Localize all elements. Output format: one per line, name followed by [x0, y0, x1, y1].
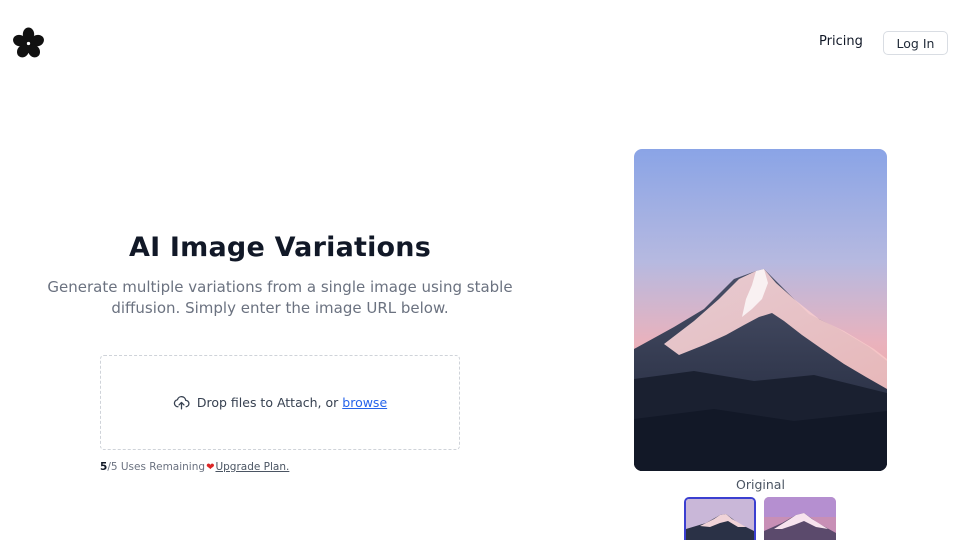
cloud-upload-icon	[173, 396, 190, 410]
mountain-image	[634, 149, 887, 471]
thumbnail-image	[686, 499, 754, 540]
heart-icon: ❤	[206, 461, 215, 473]
preview-caption: Original	[736, 477, 785, 492]
flower-logo-icon[interactable]	[12, 27, 45, 60]
page-title: AI Image Variations	[128, 232, 431, 263]
thumbnail-image	[764, 497, 836, 540]
thumbnail-original[interactable]	[684, 497, 756, 540]
thumbnail-variation[interactable]	[764, 497, 836, 540]
browse-link[interactable]: browse	[342, 395, 387, 410]
dropzone-prompt: Drop files to Attach, or browse	[196, 395, 388, 410]
nav-pricing-link[interactable]: Pricing	[819, 34, 863, 49]
login-button[interactable]: Log In	[883, 31, 948, 55]
upgrade-plan-link[interactable]: Upgrade Plan.	[215, 461, 289, 473]
page-subtitle: Generate multiple variations from a sing…	[47, 278, 513, 317]
file-dropzone[interactable]: Drop files to Attach, or browse	[100, 355, 460, 450]
uses-remaining-text: /5 Uses Remaining	[107, 461, 206, 473]
uses-remaining-count: 5	[100, 461, 108, 473]
usage-status: 5 /5 Uses Remaining ❤ Upgrade Plan.	[100, 461, 289, 473]
original-image-preview	[634, 149, 887, 471]
